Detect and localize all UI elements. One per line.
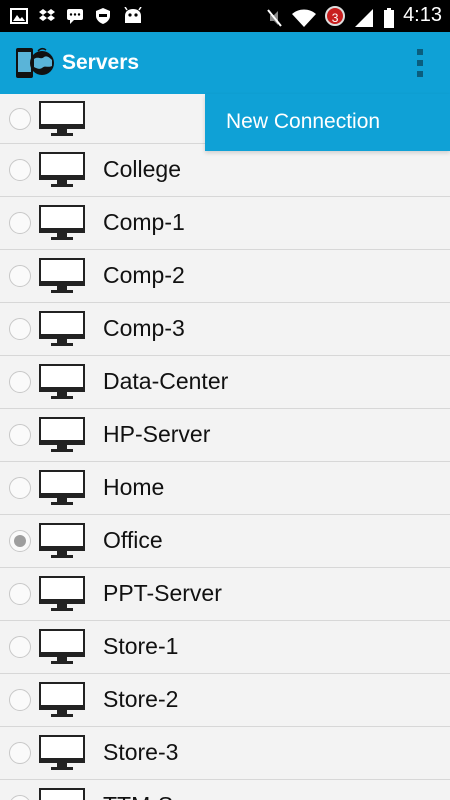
monitor-icon bbox=[39, 470, 85, 506]
server-name: Comp-3 bbox=[103, 315, 185, 341]
monitor-icon bbox=[39, 788, 85, 800]
server-row[interactable]: HP-Server bbox=[0, 409, 450, 462]
notification-badge-icon: 3 bbox=[325, 5, 346, 26]
server-radio-button[interactable] bbox=[9, 689, 31, 711]
overflow-popup-menu: New Connection bbox=[205, 94, 450, 151]
server-name: TTM-S bbox=[103, 792, 173, 800]
monitor-icon bbox=[39, 523, 85, 559]
server-radio-button[interactable] bbox=[9, 318, 31, 340]
server-radio-button[interactable] bbox=[9, 424, 31, 446]
server-row[interactable]: Office bbox=[0, 515, 450, 568]
image-icon bbox=[10, 7, 28, 25]
status-bar: 3 4:13 bbox=[0, 0, 450, 32]
chat-icon bbox=[66, 7, 84, 25]
server-row[interactable]: Comp-2 bbox=[0, 250, 450, 303]
server-radio-button[interactable] bbox=[9, 742, 31, 764]
monitor-icon bbox=[39, 100, 85, 137]
more-vert-icon[interactable] bbox=[410, 49, 430, 77]
server-row[interactable]: Store-3 bbox=[0, 727, 450, 780]
server-name: Data-Center bbox=[103, 368, 229, 394]
page-title: Servers bbox=[62, 51, 140, 74]
server-radio-button[interactable] bbox=[9, 636, 31, 658]
server-radio-button[interactable] bbox=[9, 107, 31, 130]
server-row[interactable]: Store-1 bbox=[0, 621, 450, 674]
monitor-icon bbox=[39, 152, 85, 188]
notification-count: 3 bbox=[331, 10, 339, 25]
server-row[interactable]: College bbox=[0, 144, 450, 197]
server-radio-button[interactable] bbox=[9, 795, 31, 800]
phone-globe-icon[interactable] bbox=[14, 46, 56, 80]
server-row[interactable]: PPT-Server bbox=[0, 568, 450, 621]
status-bar-right: 3 4:13 bbox=[265, 4, 442, 28]
server-name: Office bbox=[103, 527, 163, 553]
server-radio-button[interactable] bbox=[9, 583, 31, 605]
server-name: Store-3 bbox=[103, 739, 179, 765]
mute-icon bbox=[265, 7, 283, 27]
monitor-icon bbox=[39, 417, 85, 453]
server-list: College Comp-1 Comp-2 Comp-3 Data-Center HP-S… bbox=[0, 94, 450, 800]
overflow-dot bbox=[417, 49, 423, 55]
server-name: College bbox=[103, 156, 181, 182]
monitor-icon bbox=[39, 629, 85, 665]
monitor-icon bbox=[39, 311, 85, 347]
server-name: Store-2 bbox=[103, 686, 179, 712]
wifi-icon bbox=[291, 7, 317, 27]
server-row[interactable]: Home bbox=[0, 462, 450, 515]
new-connection-menu-item[interactable]: New Connection bbox=[226, 110, 380, 134]
server-name: Comp-1 bbox=[103, 209, 185, 235]
server-radio-button[interactable] bbox=[9, 159, 31, 181]
shield-icon bbox=[94, 7, 112, 25]
server-radio-button[interactable] bbox=[9, 265, 31, 287]
android-icon bbox=[122, 6, 142, 25]
server-name: HP-Server bbox=[103, 421, 211, 447]
server-row[interactable]: Data-Center bbox=[0, 356, 450, 409]
server-name: Comp-2 bbox=[103, 262, 185, 288]
overflow-dot bbox=[417, 71, 423, 77]
server-row[interactable]: Comp-3 bbox=[0, 303, 450, 356]
monitor-icon bbox=[39, 364, 85, 400]
server-radio-button[interactable] bbox=[9, 371, 31, 393]
server-name: PPT-Server bbox=[103, 580, 222, 606]
status-bar-left bbox=[10, 6, 142, 25]
server-radio-button[interactable] bbox=[9, 530, 31, 552]
server-radio-button[interactable] bbox=[9, 212, 31, 234]
overflow-dot bbox=[417, 60, 423, 66]
monitor-icon bbox=[39, 735, 85, 771]
server-name: Home bbox=[103, 474, 165, 500]
server-name: Store-1 bbox=[103, 633, 179, 659]
clock: 4:13 bbox=[403, 4, 442, 26]
server-row[interactable]: TTM-S bbox=[0, 780, 450, 800]
dropbox-icon bbox=[38, 7, 56, 25]
battery-icon bbox=[383, 7, 395, 28]
server-row[interactable]: Store-2 bbox=[0, 674, 450, 727]
monitor-icon bbox=[39, 576, 85, 612]
monitor-icon bbox=[39, 258, 85, 294]
server-radio-button[interactable] bbox=[9, 477, 31, 499]
monitor-icon bbox=[39, 205, 85, 241]
action-bar: Servers bbox=[0, 32, 450, 94]
signal-icon bbox=[353, 7, 375, 27]
monitor-icon bbox=[39, 682, 85, 718]
server-row[interactable]: Comp-1 bbox=[0, 197, 450, 250]
